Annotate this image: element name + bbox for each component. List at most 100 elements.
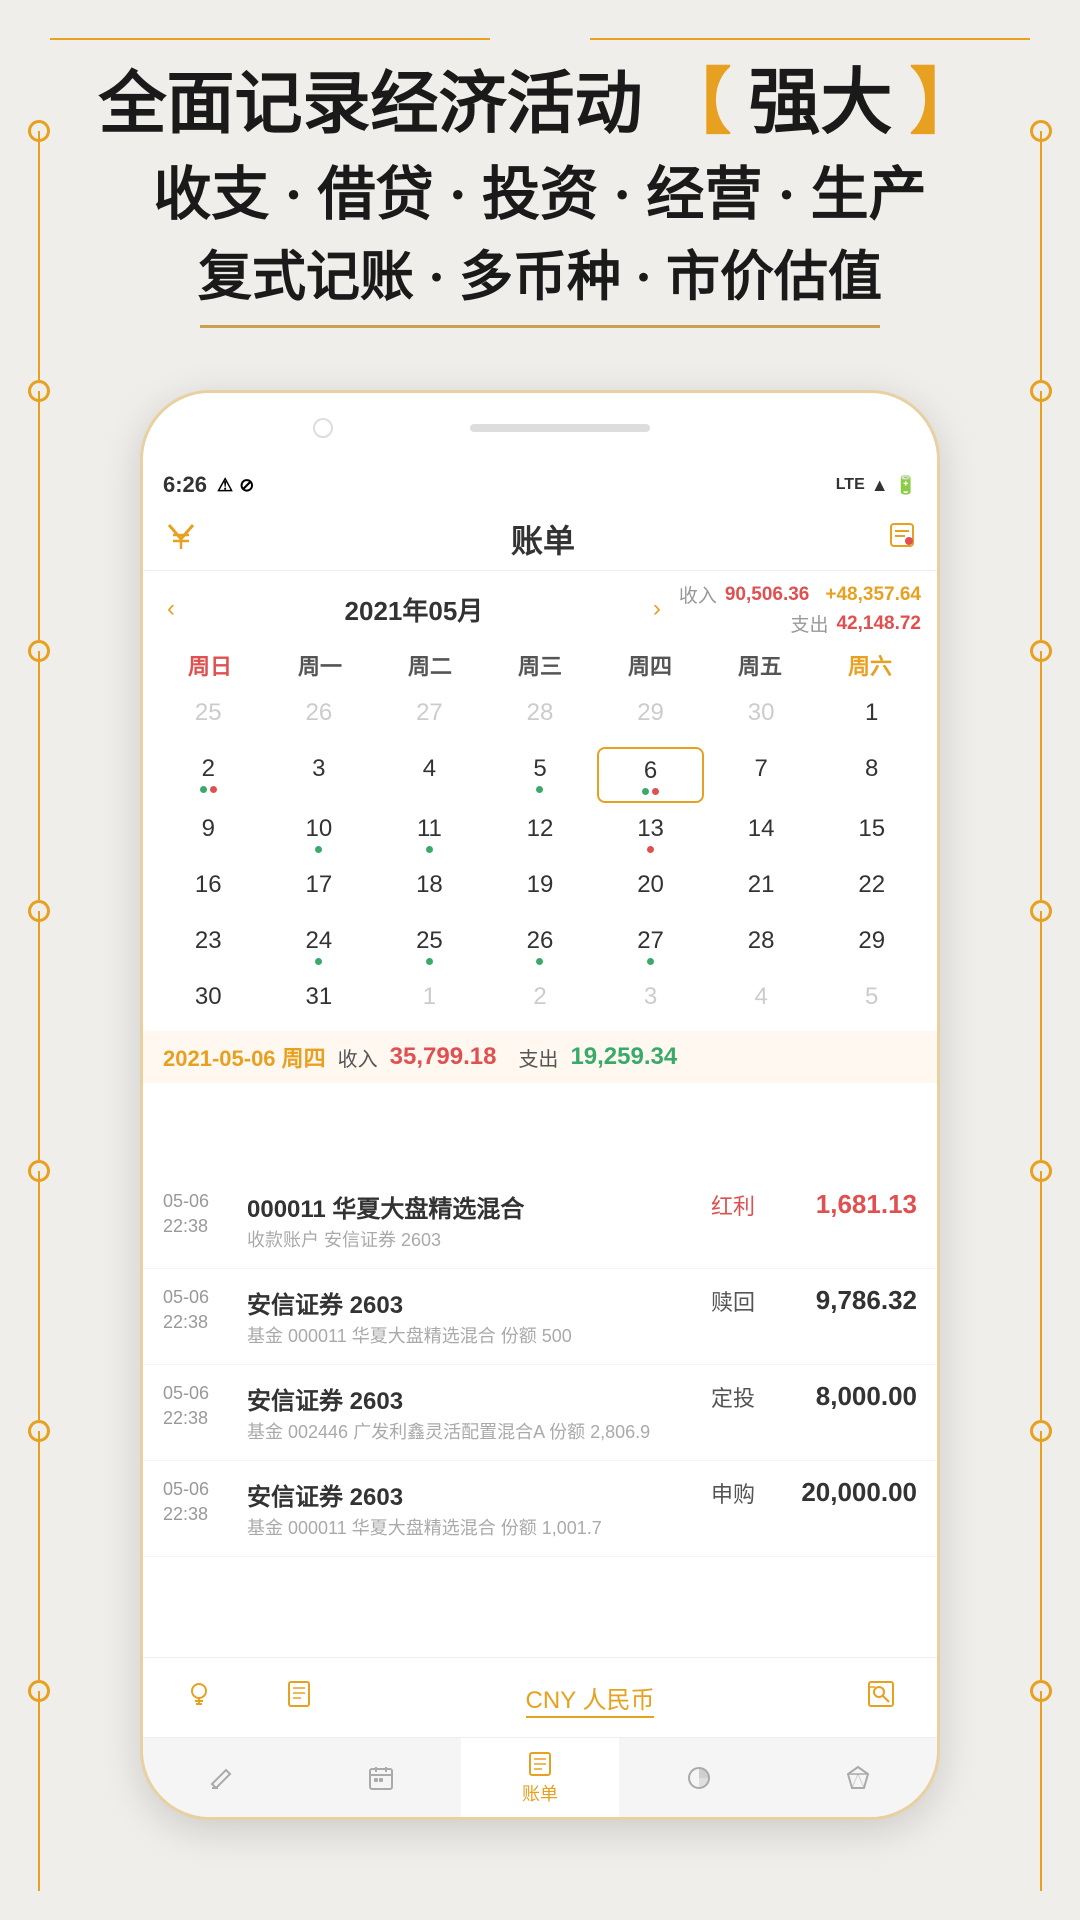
tx-name-4: 安信证券 2603 (247, 1477, 679, 1512)
deco-vline-r2 (1040, 391, 1042, 640)
expense-value: 42,148.72 (836, 613, 921, 635)
cal-week-1: 25 26 27 28 29 30 1 (155, 691, 925, 743)
date-income-label: 收入 (338, 1043, 378, 1072)
cal-day-2-next[interactable]: 2 (487, 975, 594, 1027)
nav-item-ledger[interactable]: 账单 (461, 1738, 620, 1817)
header-section: 全面记录经济活动 【 强大 】 收支 · 借贷 · 投资 · 经营 · 生产 复… (0, 60, 1080, 328)
cal-day-23[interactable]: 23 (155, 919, 262, 971)
cal-day-8[interactable]: 8 (818, 747, 925, 803)
cal-day-28[interactable]: 28 (708, 919, 815, 971)
deco-vline-l4 (38, 911, 40, 1160)
cal-day-22[interactable]: 22 (818, 863, 925, 915)
deco-vline-l5 (38, 1171, 40, 1420)
tx-type-4: 申购 (693, 1477, 773, 1509)
cal-day-29-prev[interactable]: 29 (597, 691, 704, 743)
bracket-left: 【 (659, 63, 731, 143)
nav-item-chart[interactable] (619, 1764, 778, 1792)
tx-time-2: 05-0622:38 (163, 1285, 233, 1335)
ledger-icon[interactable] (259, 1678, 339, 1717)
nav-item-edit[interactable] (143, 1764, 302, 1792)
cal-day-16[interactable]: 16 (155, 863, 262, 915)
date-income-value: 35,799.18 (390, 1043, 497, 1071)
month-title: 2021年05月 (183, 591, 645, 628)
cal-day-29[interactable]: 29 (818, 919, 925, 971)
selected-date-label: 2021-05-06 周四 (163, 1041, 326, 1073)
tx-sub-2: 基金 000011 华夏大盘精选混合 份额 500 (247, 1322, 679, 1348)
tx-amount-2: 9,786.32 (787, 1285, 917, 1316)
cal-day-30-prev[interactable]: 30 (708, 691, 815, 743)
date-summary: 2021-05-06 周四 收入 35,799.18 支出 19,259.34 (143, 1031, 937, 1083)
deco-vline-r7 (1040, 1691, 1042, 1891)
tx-type-2: 赎回 (693, 1285, 773, 1317)
deco-vline-l6 (38, 1431, 40, 1680)
cal-day-25-prev[interactable]: 25 (155, 691, 262, 743)
cal-day-4-next[interactable]: 4 (708, 975, 815, 1027)
cal-day-7[interactable]: 7 (708, 747, 815, 803)
income-label: 收入 (679, 581, 717, 608)
cal-day-17[interactable]: 17 (266, 863, 373, 915)
tx-item-4[interactable]: 05-0622:38 安信证券 2603 基金 000011 华夏大盘精选混合 … (143, 1461, 937, 1557)
weekday-fri: 周五 (705, 643, 815, 687)
cal-day-3-next[interactable]: 3 (597, 975, 704, 1027)
cal-day-24[interactable]: 24 (266, 919, 373, 971)
deco-vline-l3 (38, 651, 40, 900)
cal-day-5-next[interactable]: 5 (818, 975, 925, 1027)
cal-day-21[interactable]: 21 (708, 863, 815, 915)
next-month-btn[interactable]: › (645, 591, 669, 627)
tx-amount-1: 1,681.13 (787, 1189, 917, 1220)
tx-details-2: 安信证券 2603 基金 000011 华夏大盘精选混合 份额 500 (247, 1285, 679, 1348)
cal-day-14[interactable]: 14 (708, 807, 815, 859)
weekday-sun: 周日 (155, 643, 265, 687)
app-header-icon[interactable] (887, 520, 917, 557)
lightbulb-icon[interactable] (159, 1678, 239, 1717)
cal-day-27-prev[interactable]: 27 (376, 691, 483, 743)
tx-item-1[interactable]: 05-0622:38 000011 华夏大盘精选混合 收款账户 安信证券 260… (143, 1173, 937, 1269)
calendar-grid: 周日 周一 周二 周三 周四 周五 周六 25 26 27 28 29 30 1 (143, 643, 937, 1027)
deco-vline-r6 (1040, 1431, 1042, 1680)
cal-day-10[interactable]: 10 (266, 807, 373, 859)
app-header: 账单 (143, 507, 937, 571)
cal-day-18[interactable]: 18 (376, 863, 483, 915)
cal-day-12[interactable]: 12 (487, 807, 594, 859)
cal-week-2: 2 3 4 5 6 7 8 (155, 747, 925, 803)
deco-vline-r3 (1040, 651, 1042, 900)
cal-day-9[interactable]: 9 (155, 807, 262, 859)
tx-item-3[interactable]: 05-0622:38 安信证券 2603 基金 002446 广发利鑫灵活配置混… (143, 1365, 937, 1461)
tx-details-1: 000011 华夏大盘精选混合 收款账户 安信证券 2603 (247, 1189, 679, 1252)
cal-day-5[interactable]: 5 (487, 747, 594, 803)
cal-day-1[interactable]: 1 (818, 691, 925, 743)
header-strong-text: 强大 (749, 63, 893, 143)
cal-day-6-today[interactable]: 6 (597, 747, 704, 803)
deco-vline-r5 (1040, 1171, 1042, 1420)
phone-speaker (470, 424, 650, 432)
tx-item-2[interactable]: 05-0622:38 安信证券 2603 基金 000011 华夏大盘精选混合 … (143, 1269, 937, 1365)
cal-day-26-prev[interactable]: 26 (266, 691, 373, 743)
cal-day-3[interactable]: 3 (266, 747, 373, 803)
cal-day-28-prev[interactable]: 28 (487, 691, 594, 743)
cal-day-27[interactable]: 27 (597, 919, 704, 971)
currency-selector[interactable]: CNY 人民币 (526, 1687, 655, 1718)
prev-month-btn[interactable]: ‹ (159, 591, 183, 627)
cal-day-13[interactable]: 13 (597, 807, 704, 859)
nav-item-diamond[interactable] (778, 1764, 937, 1792)
cal-day-11[interactable]: 11 (376, 807, 483, 859)
nav-item-calendar[interactable] (302, 1764, 461, 1792)
cal-day-4[interactable]: 4 (376, 747, 483, 803)
header-line1: 全面记录经济活动 【 强大 】 (40, 60, 1040, 146)
search-filter-icon[interactable] (841, 1678, 921, 1717)
cal-day-15[interactable]: 15 (818, 807, 925, 859)
cal-day-19[interactable]: 19 (487, 863, 594, 915)
tx-type-1: 红利 (693, 1189, 773, 1221)
cal-week-5: 23 24 25 26 27 28 29 (155, 919, 925, 971)
cal-day-2[interactable]: 2 (155, 747, 262, 803)
deco-hline-top-right (590, 38, 1030, 40)
header-line2: 收支 · 借贷 · 投资 · 经营 · 生产 (40, 154, 1040, 235)
cal-day-31[interactable]: 31 (266, 975, 373, 1027)
cal-day-25[interactable]: 25 (376, 919, 483, 971)
tx-details-4: 安信证券 2603 基金 000011 华夏大盘精选混合 份额 1,001.7 (247, 1477, 679, 1540)
cal-day-1-next[interactable]: 1 (376, 975, 483, 1027)
tx-type-3: 定投 (693, 1381, 773, 1413)
cal-day-30[interactable]: 30 (155, 975, 262, 1027)
cal-day-20[interactable]: 20 (597, 863, 704, 915)
cal-day-26[interactable]: 26 (487, 919, 594, 971)
